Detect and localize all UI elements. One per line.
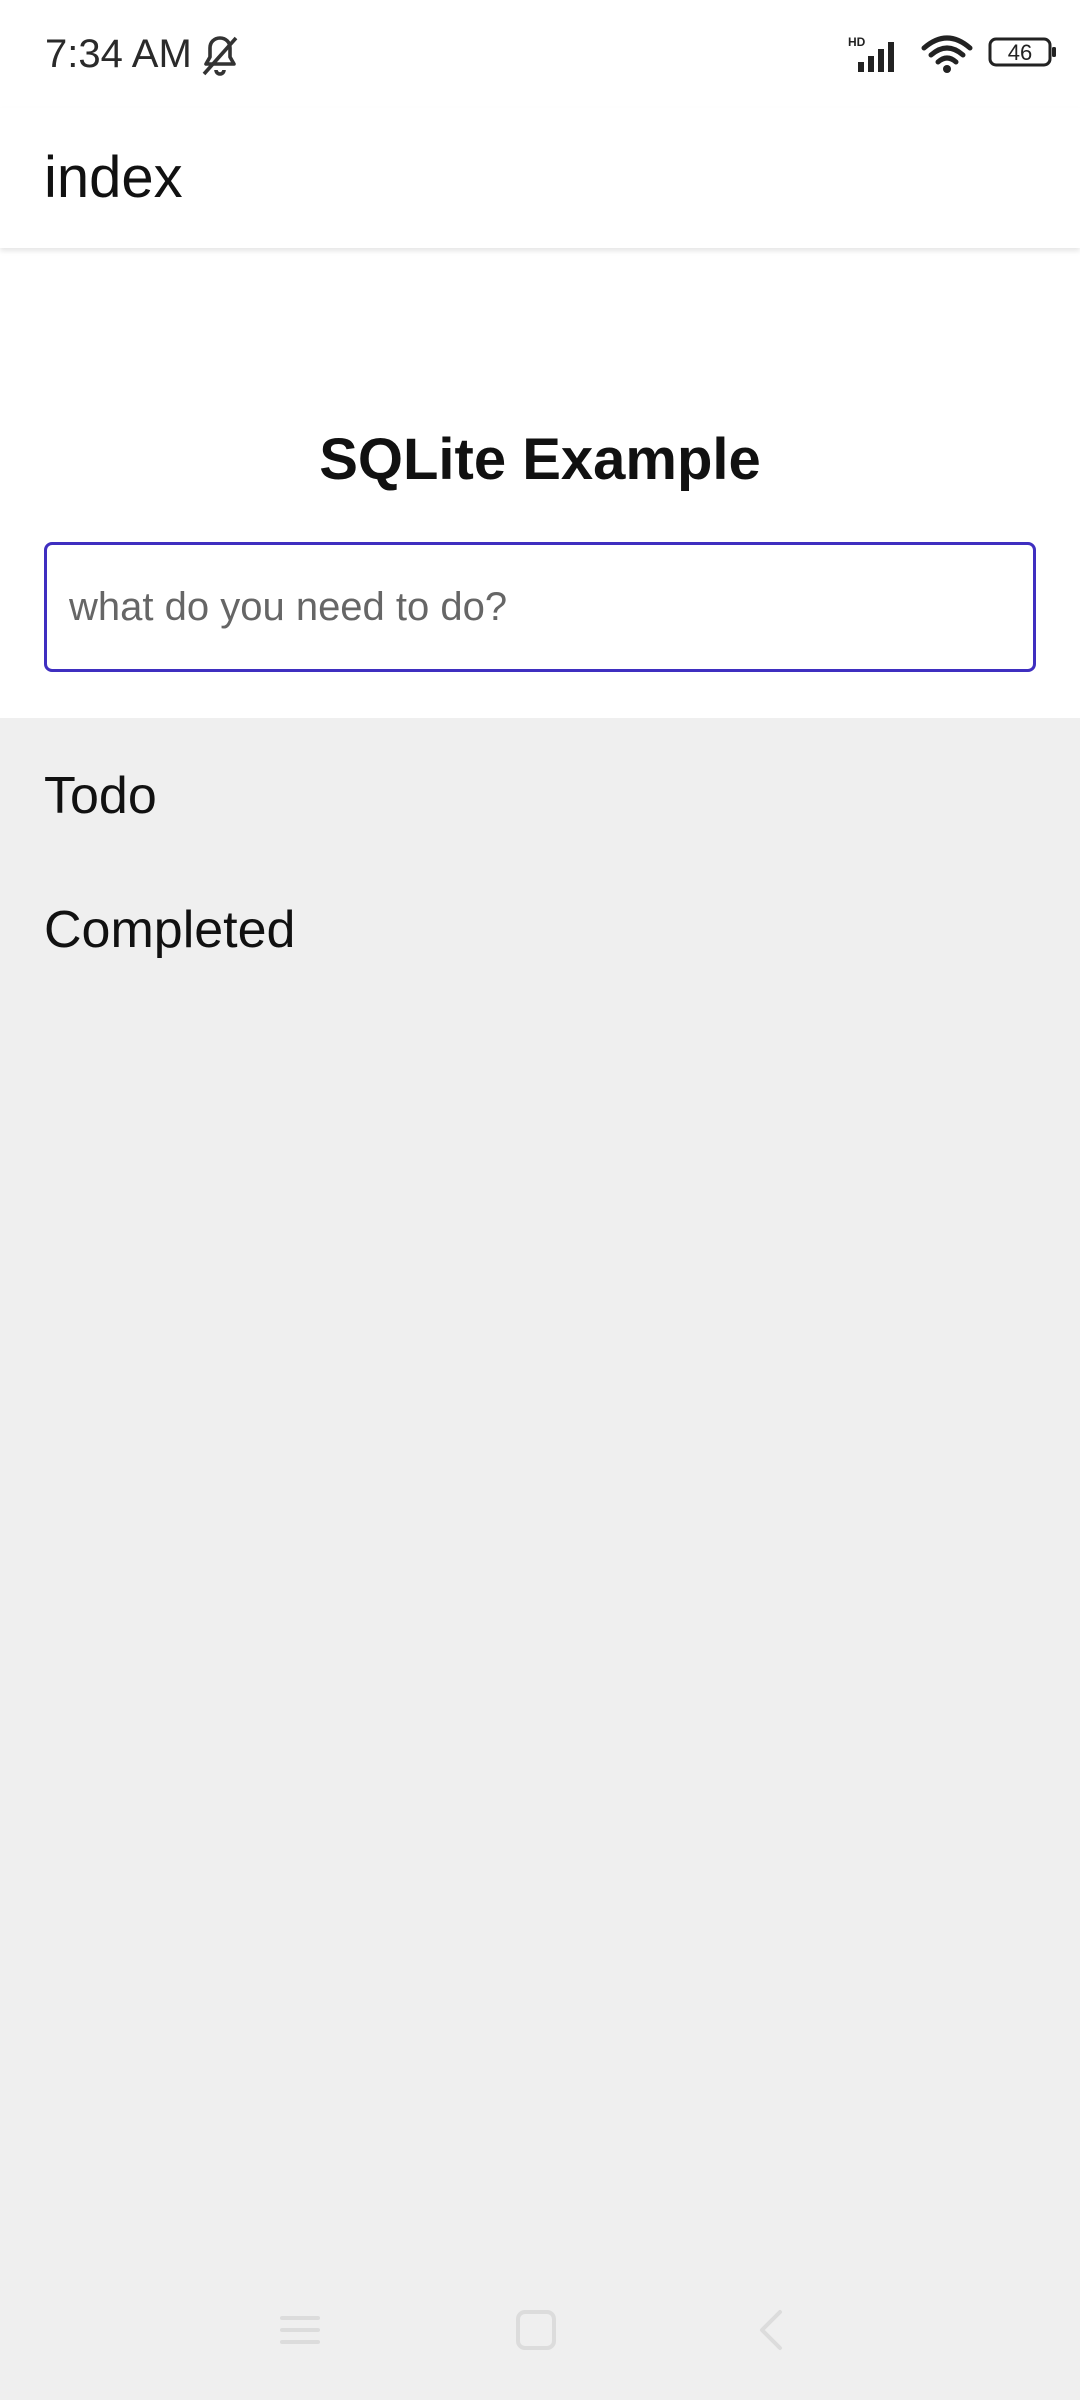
- page-title: SQLite Example: [319, 427, 761, 492]
- back-icon[interactable]: [742, 2300, 802, 2360]
- wifi-icon: [921, 35, 973, 73]
- bell-off-icon: [202, 36, 238, 76]
- app-bar: index: [0, 108, 1080, 248]
- header-panel: SQLite Example: [0, 248, 1080, 718]
- signal-icon: HD: [848, 35, 894, 72]
- battery-level: 46: [1008, 40, 1032, 65]
- completed-section-heading: Completed: [44, 901, 296, 959]
- status-icons: HD 46: [820, 30, 1080, 78]
- network-label: HD: [848, 35, 866, 49]
- todo-input[interactable]: [44, 542, 1036, 672]
- menu-icon[interactable]: [270, 2300, 330, 2360]
- navigation-bar: [0, 2272, 1080, 2400]
- home-icon[interactable]: [506, 2300, 566, 2360]
- status-bar: 7:34 AM HD 46: [0, 0, 1080, 108]
- battery-icon: 46: [988, 37, 1056, 67]
- todo-section-heading: Todo: [44, 767, 157, 825]
- status-time: 7:34 AM: [45, 32, 192, 76]
- app-title: index: [44, 145, 183, 210]
